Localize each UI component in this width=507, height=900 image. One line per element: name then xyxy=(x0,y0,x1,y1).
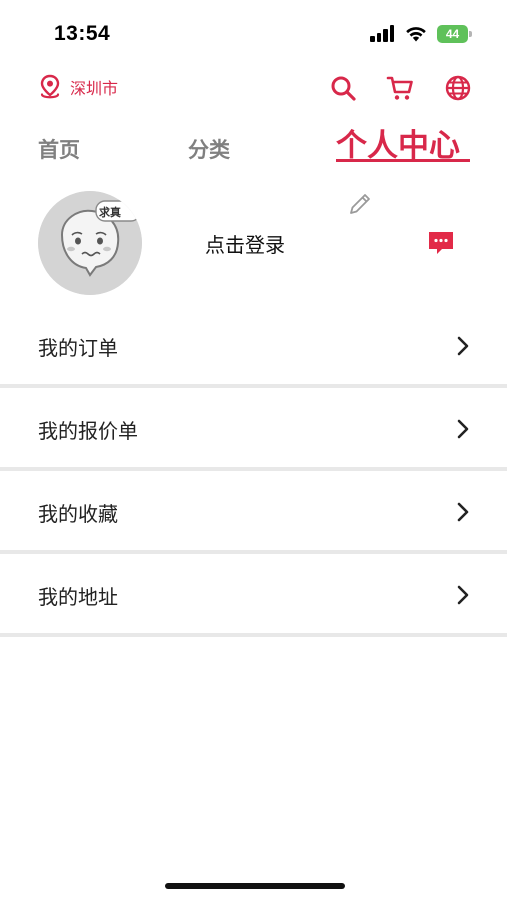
status-time: 13:54 xyxy=(54,22,111,45)
menu-item-orders[interactable]: 我的订单 xyxy=(0,305,507,388)
search-icon[interactable] xyxy=(329,74,357,102)
status-bar: 13:54 44 xyxy=(0,0,507,62)
home-indicator[interactable] xyxy=(165,883,345,889)
edit-pencil-icon[interactable] xyxy=(346,190,374,218)
battery-icon: 44 xyxy=(437,25,472,43)
menu-list: 我的订单 我的报价单 我的收藏 我的地址 xyxy=(0,305,507,637)
profile-section: 求真 点击登录 xyxy=(0,180,507,305)
signal-icon xyxy=(370,25,396,42)
wifi-icon xyxy=(406,27,426,42)
avatar-icon: 求真 xyxy=(38,191,142,295)
menu-item-label: 我的订单 xyxy=(38,336,118,360)
globe-icon[interactable] xyxy=(444,74,472,102)
menu-item-label: 我的地址 xyxy=(38,585,118,609)
login-link[interactable]: 点击登录 xyxy=(205,229,285,258)
cart-icon[interactable] xyxy=(386,74,414,102)
tab-category[interactable]: 分类 xyxy=(188,134,230,164)
battery-level: 44 xyxy=(437,25,468,43)
location-label: 深圳市 xyxy=(70,79,119,98)
avatar-badge-text: 求真 xyxy=(99,205,121,219)
avatar[interactable]: 求真 xyxy=(38,191,142,295)
message-icon[interactable] xyxy=(427,229,455,257)
menu-item-favorites[interactable]: 我的收藏 xyxy=(0,471,507,554)
location-pin-icon xyxy=(40,74,60,99)
location-selector[interactable]: 深圳市 xyxy=(38,74,118,100)
chevron-right-icon xyxy=(457,502,469,522)
active-tab-indicator xyxy=(336,159,470,162)
tab-home[interactable]: 首页 xyxy=(38,134,80,164)
top-tabs: 首页 分类 个人中心 xyxy=(0,118,507,174)
menu-item-label: 我的收藏 xyxy=(38,502,118,526)
chevron-right-icon xyxy=(457,419,469,439)
chevron-right-icon xyxy=(457,336,469,356)
header: 深圳市 xyxy=(0,62,507,118)
chevron-right-icon xyxy=(457,585,469,605)
menu-item-quotes[interactable]: 我的报价单 xyxy=(0,388,507,471)
menu-item-label: 我的报价单 xyxy=(38,419,138,443)
menu-item-address[interactable]: 我的地址 xyxy=(0,554,507,637)
